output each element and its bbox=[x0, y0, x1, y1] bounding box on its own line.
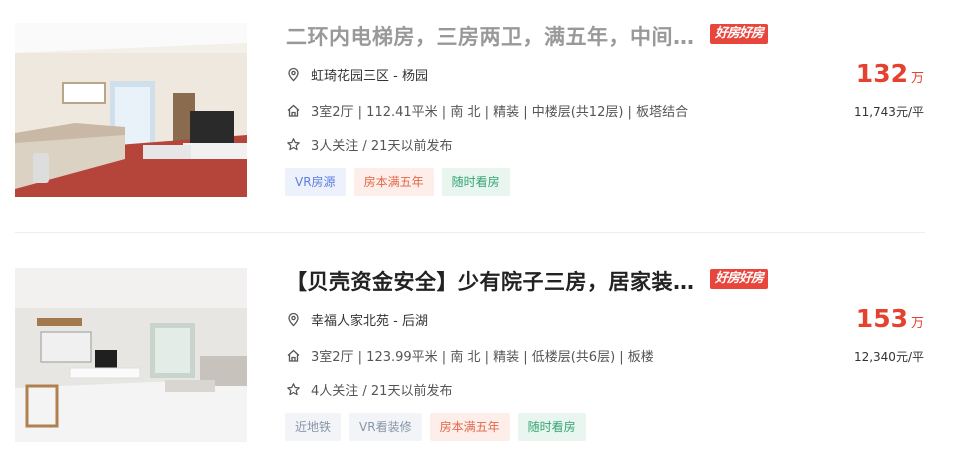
good-house-badge: 好房好房 bbox=[710, 269, 769, 289]
unit-price: 12,340元/平 bbox=[853, 350, 924, 364]
house-icon bbox=[286, 348, 301, 363]
star-icon bbox=[286, 382, 301, 397]
location-row: 虹琦花园三区 - 杨园 bbox=[286, 65, 428, 84]
price-unit: 万 bbox=[910, 71, 924, 86]
house-icon bbox=[286, 103, 301, 118]
tag-list: VR房源 房本满五年 随时看房 bbox=[285, 168, 510, 196]
map-pin-icon bbox=[286, 67, 301, 82]
tag-five-years: 房本满五年 bbox=[429, 413, 510, 441]
tag-anytime-viewing: 随时看房 bbox=[441, 168, 510, 196]
star-icon bbox=[286, 137, 301, 152]
price-unit: 万 bbox=[910, 316, 924, 331]
listing-title[interactable]: 二环内电梯房，三房两卫，满五年，中间楼层 bbox=[286, 21, 706, 51]
location-link[interactable]: 虹琦花园三区 - 杨园 bbox=[311, 65, 428, 84]
house-info-row: 3室2厅 | 123.99平米 | 南 北 | 精装 | 低楼层(共6层) | … bbox=[286, 346, 654, 365]
tag-anytime-viewing: 随时看房 bbox=[517, 413, 586, 441]
tag-vr: VR房源 bbox=[285, 168, 346, 196]
follow-info-text: 3人关注 / 21天以前发布 bbox=[311, 139, 453, 154]
house-info-text: 3室2厅 | 112.41平米 | 南 北 | 精装 | 中楼层(共12层) |… bbox=[311, 105, 689, 120]
listing-divider bbox=[15, 232, 925, 233]
listing-card[interactable]: 二环内电梯房，三房两卫，满五年，中间楼层 好房好房 虹琦花园三区 - 杨园 3室… bbox=[0, 23, 956, 223]
listing-card[interactable]: 【贝壳资金安全】少有院子三房，居家装修，满五年 好房好房 幸福人家北苑 - 后湖… bbox=[0, 268, 956, 468]
listing-photo[interactable] bbox=[15, 23, 247, 197]
house-info-text: 3室2厅 | 123.99平米 | 南 北 | 精装 | 低楼层(共6层) | … bbox=[311, 350, 654, 365]
follow-info-text: 4人关注 / 21天以前发布 bbox=[311, 384, 453, 399]
total-price: 153 万 bbox=[856, 304, 924, 333]
price-value: 132 bbox=[855, 59, 908, 88]
location-link[interactable]: 幸福人家北苑 - 后湖 bbox=[311, 310, 428, 329]
house-info-row: 3室2厅 | 112.41平米 | 南 北 | 精装 | 中楼层(共12层) |… bbox=[286, 101, 688, 120]
listing-title[interactable]: 【贝壳资金安全】少有院子三房，居家装修，满五年 bbox=[286, 266, 706, 296]
tag-five-years: 房本满五年 bbox=[353, 168, 434, 196]
good-house-badge: 好房好房 bbox=[710, 24, 769, 44]
total-price: 132 万 bbox=[856, 59, 924, 88]
listing-photo[interactable] bbox=[15, 268, 247, 442]
unit-price: 11,743元/平 bbox=[853, 105, 924, 119]
price-value: 153 bbox=[855, 304, 908, 333]
tag-list: 近地铁 VR看装修 房本满五年 随时看房 bbox=[285, 413, 586, 441]
follow-info-row: 4人关注 / 21天以前发布 bbox=[286, 380, 452, 399]
tag-near-subway: 近地铁 bbox=[285, 413, 342, 441]
location-row: 幸福人家北苑 - 后湖 bbox=[286, 310, 428, 329]
tag-vr-decoration: VR看装修 bbox=[349, 413, 422, 441]
map-pin-icon bbox=[286, 312, 301, 327]
follow-info-row: 3人关注 / 21天以前发布 bbox=[286, 135, 452, 154]
